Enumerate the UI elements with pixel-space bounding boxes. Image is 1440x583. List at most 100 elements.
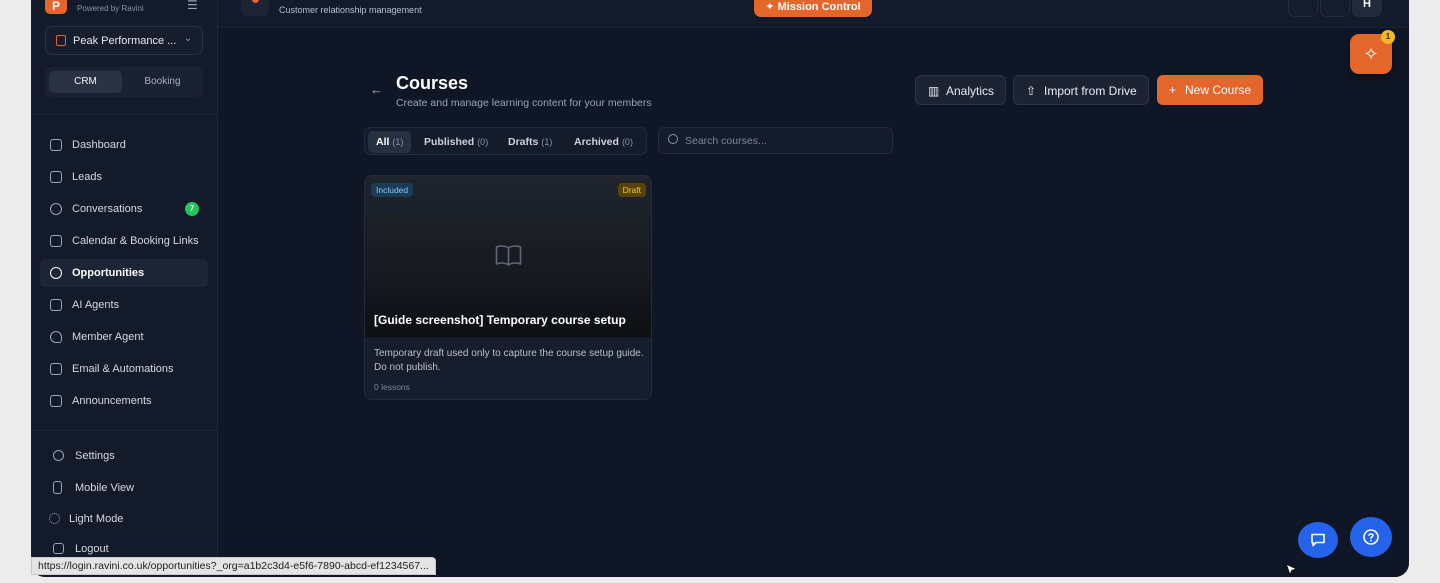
sidebar-item-ai-agents[interactable]: AI Agents (40, 291, 208, 319)
home-icon (50, 139, 62, 151)
search-icon (668, 134, 678, 144)
divider (31, 114, 218, 115)
chat-button[interactable] (1298, 522, 1338, 558)
bar-chart-icon: ▥ (928, 84, 940, 98)
notification-badge: 1 (1381, 30, 1395, 44)
page-subtitle: Create and manage learning content for y… (396, 97, 652, 109)
sidebar-item-opportunities[interactable]: Opportunities (40, 259, 208, 287)
search-input[interactable] (685, 132, 885, 150)
tab-count: (1) (392, 137, 404, 147)
sidebar-item-label: Email & Automations (72, 363, 174, 375)
sparkle-icon: ✧ (1363, 44, 1379, 64)
mode-crm-button[interactable]: CRM (49, 71, 122, 93)
course-card[interactable]: Included Draft [Guide screenshot] Tempor… (364, 175, 652, 400)
mail-icon (50, 363, 62, 375)
brand[interactable]: P Powered by Ravini ☰ (45, 0, 205, 16)
settings-link[interactable]: Settings (49, 446, 209, 466)
sidebar-item-calendar[interactable]: Calendar & Booking Links (40, 227, 208, 255)
status-badge: Draft (617, 183, 646, 197)
course-description: Temporary draft used only to capture the… (374, 348, 644, 373)
chevron-down-icon: ⌄ (184, 33, 193, 44)
sidebar-item-member-agent[interactable]: Member Agent (40, 323, 208, 351)
book-open-icon (495, 245, 522, 266)
mode-toggle: CRM Booking (45, 67, 203, 97)
calendar-icon (50, 235, 62, 247)
tab-all[interactable]: All (1) (368, 131, 412, 153)
tab-count: (0) (477, 137, 489, 147)
top-header: Customer relationship management ✦ Missi… (218, 0, 1409, 28)
sidebar-item-label: Announcements (72, 395, 152, 407)
help-bubble-icon (1363, 529, 1379, 545)
sidebar-item-label: Leads (72, 171, 102, 183)
mission-control-button[interactable]: ✦ Mission Control (754, 0, 872, 17)
chat-bubble-icon (1311, 533, 1325, 547)
sidebar-item-dashboard[interactable]: Dashboard (40, 131, 208, 159)
tab-published[interactable]: Published (0) (416, 131, 496, 153)
status-bar-url: https://login.ravini.co.uk/opportunities… (31, 557, 436, 575)
logout-link[interactable]: Logout (49, 539, 209, 559)
analytics-label: Analytics (946, 84, 995, 98)
help-button[interactable] (1350, 517, 1392, 557)
tab-label: Drafts (508, 136, 539, 148)
phone-icon (53, 481, 62, 494)
tab-count: (1) (541, 137, 553, 147)
back-arrow-icon[interactable]: ← (370, 82, 383, 97)
tab-label: All (376, 136, 390, 148)
mode-booking-button[interactable]: Booking (126, 71, 199, 93)
new-course-label: New Course (1185, 83, 1252, 97)
sidebar-item-label: Calendar & Booking Links (72, 235, 199, 247)
light-mode-toggle[interactable]: Light Mode (45, 509, 205, 529)
tab-archived[interactable]: Archived (0) (566, 131, 641, 153)
heart-icon (50, 331, 62, 343)
lesson-count: 0 lessons (374, 382, 410, 392)
course-cover: Included Draft [Guide screenshot] Tempor… (365, 176, 651, 337)
logout-icon (53, 543, 64, 554)
app-window: P Powered by Ravini ☰ Peak Performance .… (31, 0, 1409, 577)
sidebar-item-label: Conversations (72, 203, 143, 215)
course-filter-tabs: All (1) Published (0) Drafts (1) Archived (0… (364, 127, 647, 155)
sidebar-item-announcements[interactable]: Announcements (40, 387, 208, 415)
bell-icon[interactable] (1288, 0, 1318, 17)
divider (31, 430, 218, 431)
dollar-circle-icon (50, 267, 62, 279)
tab-label: Published (424, 136, 475, 148)
ai-assistant-button[interactable]: ✧ 1 (1350, 30, 1395, 74)
import-from-drive-button[interactable]: ⇧ Import from Drive (1013, 75, 1149, 105)
sidebar-item-label: Member Agent (72, 331, 144, 343)
workspace-selector[interactable]: Peak Performance ... ⌄ (45, 26, 203, 55)
app-logo-icon (241, 0, 269, 16)
tab-drafts[interactable]: Drafts (1) (500, 131, 560, 153)
analytics-button[interactable]: ▥ Analytics (915, 75, 1006, 105)
unread-count-badge: 7 (185, 202, 199, 216)
users-icon (50, 171, 62, 183)
mobile-view-label: Mobile View (75, 482, 135, 494)
settings-label: Settings (75, 450, 115, 462)
logout-label: Logout (75, 543, 109, 555)
avatar[interactable]: H (1352, 0, 1382, 17)
sidebar-item-email-automations[interactable]: Email & Automations (40, 355, 208, 383)
main-content: Customer relationship management ✦ Missi… (218, 0, 1409, 577)
monitor-icon (50, 299, 62, 311)
page-title: Courses (396, 73, 469, 93)
tab-label: Archived (574, 136, 619, 148)
tab-count: (0) (621, 137, 633, 147)
plus-icon: + (1169, 83, 1177, 97)
sidebar-item-leads[interactable]: Leads (40, 163, 208, 191)
mission-control-label: Mission Control (777, 1, 861, 13)
new-course-button[interactable]: + New Course (1157, 75, 1263, 105)
mail-icon (50, 395, 62, 407)
light-mode-label: Light Mode (69, 513, 124, 525)
gear-icon (53, 450, 64, 461)
sidebar-item-label: Opportunities (72, 267, 145, 279)
sidebar: P Powered by Ravini ☰ Peak Performance .… (31, 0, 218, 577)
sidebar-item-conversations[interactable]: Conversations 7 (40, 195, 208, 223)
menu-icon[interactable]: ☰ (187, 0, 198, 12)
mobile-view-link[interactable]: Mobile View (49, 478, 209, 498)
course-title: [Guide screenshot] Temporary course setu… (374, 313, 626, 327)
workspace-name: Peak Performance ... (73, 35, 177, 47)
mail-icon[interactable] (1320, 0, 1350, 17)
included-badge: Included (371, 183, 414, 197)
sidebar-item-label: AI Agents (72, 299, 120, 311)
building-icon (56, 35, 66, 46)
sidebar-item-label: Dashboard (72, 139, 126, 151)
